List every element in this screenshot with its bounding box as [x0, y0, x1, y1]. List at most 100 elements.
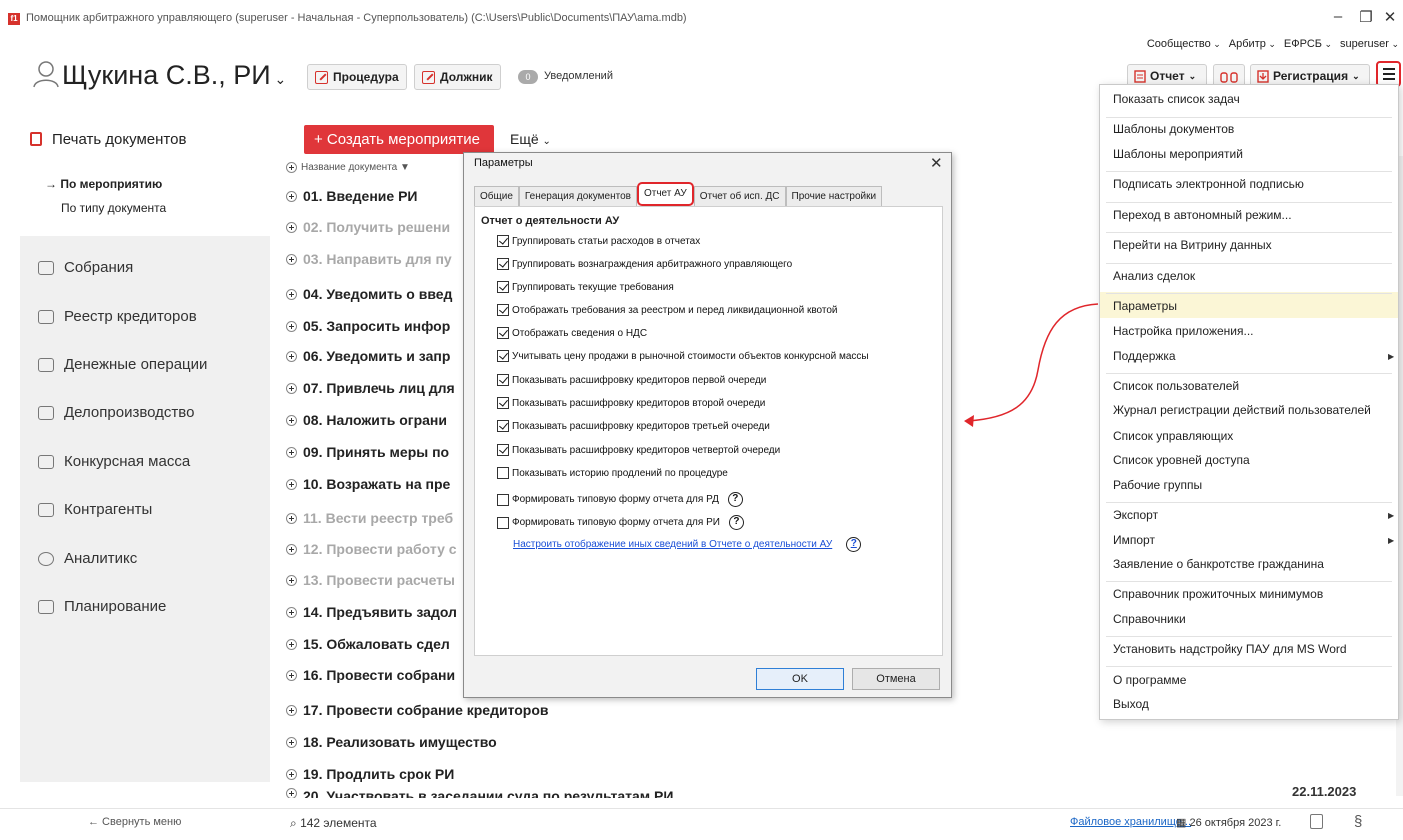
checkbox-unchecked[interactable] — [497, 467, 509, 479]
sidebar-item-counterparties[interactable]: Контрагенты — [38, 501, 152, 518]
menu-item[interactable]: Справочники — [1113, 612, 1186, 626]
checkbox-checked[interactable] — [497, 350, 509, 362]
document-row[interactable]: 19. Продлить срок РИ — [286, 766, 454, 782]
sidebar-item-analytics[interactable]: Аналитикс — [38, 550, 137, 567]
notifications-label[interactable]: Уведомлений — [544, 70, 613, 82]
subnav-by-event[interactable]: → По мероприятию — [45, 177, 162, 191]
dialog-close-button[interactable]: ✕ — [930, 154, 943, 172]
user-menu-link[interactable]: superuser — [1340, 38, 1399, 50]
sidebar-item-estate[interactable]: Конкурсная масса — [38, 453, 190, 470]
option-checkbox-row[interactable]: Группировать текущие требования — [497, 281, 674, 293]
menu-item[interactable]: Шаблоны документов — [1113, 122, 1234, 136]
document-row[interactable]: 16. Провести собрани — [286, 667, 455, 683]
sidebar-item-money[interactable]: Денежные операции — [38, 356, 207, 373]
expand-icon[interactable] — [286, 190, 297, 202]
expand-all-icon[interactable] — [286, 162, 297, 173]
expand-icon[interactable] — [286, 446, 297, 458]
debtor-button[interactable]: Должник — [414, 64, 501, 90]
option-checkbox-row[interactable]: Группировать статьи расходов в отчетах — [497, 235, 700, 247]
menu-item[interactable]: Журнал регистрации действий пользователе… — [1113, 403, 1371, 417]
document-row[interactable]: 08. Наложить ограни — [286, 412, 447, 428]
expand-icon[interactable] — [286, 574, 297, 586]
help-icon[interactable]: ? — [728, 515, 744, 530]
document-row[interactable]: 02. Получить решени — [286, 219, 450, 235]
tab-general[interactable]: Общие — [474, 186, 519, 206]
expand-icon[interactable] — [286, 350, 297, 362]
menu-item[interactable]: Перейти на Витрину данных — [1113, 238, 1272, 252]
document-row[interactable]: 20. Участвовать в заседании суда по резу… — [286, 788, 673, 798]
expand-icon[interactable] — [286, 543, 297, 555]
tab-au-report[interactable]: Отчет АУ — [636, 182, 694, 206]
ok-button[interactable]: OK — [756, 668, 844, 690]
expand-icon[interactable] — [286, 414, 297, 426]
checkbox-checked[interactable] — [497, 327, 509, 339]
document-row[interactable]: 06. Уведомить и запр — [286, 348, 450, 364]
tab-doc-generation[interactable]: Генерация документов — [518, 186, 637, 206]
option-checkbox-row[interactable]: Отображать требования за реестром и пере… — [497, 304, 838, 316]
menu-item[interactable]: Выход — [1113, 697, 1149, 711]
menu-item[interactable]: Подписать электронной подписью — [1113, 177, 1304, 191]
help-icon[interactable]: ? — [727, 492, 743, 507]
option-checkbox-row[interactable]: Показывать расшифровку кредиторов первой… — [497, 374, 766, 386]
file-storage-link[interactable]: Файловое хранилище... — [1070, 816, 1191, 828]
sidebar-item-meetings[interactable]: Собрания — [38, 259, 133, 276]
menu-item[interactable]: Заявление о банкротстве гражданина — [1113, 557, 1324, 571]
menu-item[interactable]: Импорт — [1113, 533, 1155, 547]
expand-icon[interactable] — [286, 669, 297, 681]
checkbox-checked[interactable] — [497, 304, 509, 316]
cancel-button[interactable]: Отмена — [852, 668, 940, 690]
menu-item[interactable]: Список управляющих — [1113, 429, 1233, 443]
expand-icon[interactable] — [286, 288, 297, 300]
close-window-button[interactable]: ✕ — [1375, 8, 1403, 26]
document-row[interactable]: 07. Привлечь лиц для — [286, 380, 455, 396]
expand-icon[interactable] — [286, 638, 297, 650]
menu-item[interactable]: Справочник прожиточных минимумов — [1113, 587, 1323, 601]
expand-icon[interactable] — [286, 606, 297, 618]
document-row[interactable]: 15. Обжаловать сдел — [286, 636, 450, 652]
expand-icon[interactable] — [286, 221, 297, 233]
tab-other-settings[interactable]: Прочие настройки — [785, 186, 883, 206]
option-checkbox-row[interactable]: Группировать вознаграждения арбитражного… — [497, 258, 792, 270]
document-row[interactable]: 04. Уведомить о введ — [286, 286, 452, 302]
expand-icon[interactable] — [286, 704, 297, 716]
document-row[interactable]: 14. Предъявить задол — [286, 604, 457, 620]
create-event-button[interactable]: + Создать мероприятие — [304, 125, 494, 154]
option-checkbox-row[interactable]: Отображать сведения о НДС — [497, 327, 647, 339]
expand-icon[interactable] — [286, 478, 297, 490]
notifications-badge[interactable]: 0 — [518, 70, 538, 84]
expand-icon[interactable] — [286, 320, 297, 332]
option-checkbox-row[interactable]: Показывать расшифровку кредиторов четвер… — [497, 444, 780, 456]
search-icon[interactable]: ⌕ — [290, 816, 297, 830]
checkbox-checked[interactable] — [497, 281, 509, 293]
expand-icon[interactable] — [286, 253, 297, 265]
column-header[interactable]: Название документа ▼ — [286, 162, 410, 173]
sidebar-item-print-documents[interactable]: Печать документов — [20, 122, 270, 156]
section-sign-icon[interactable]: § — [1354, 813, 1362, 830]
menu-item[interactable]: Рабочие группы — [1113, 478, 1202, 492]
checkbox-checked[interactable] — [497, 258, 509, 270]
checkbox-checked[interactable] — [497, 444, 509, 456]
menu-item[interactable]: Параметры — [1113, 299, 1177, 313]
calculator-icon[interactable] — [1310, 814, 1323, 829]
menu-item[interactable]: Поддержка — [1113, 349, 1176, 363]
document-row[interactable]: 18. Реализовать имущество — [286, 734, 497, 750]
option-checkbox-row[interactable]: Учитывать цену продажи в рыночной стоимо… — [497, 350, 869, 362]
document-row[interactable]: 10. Возражать на пре — [286, 476, 450, 492]
menu-item[interactable]: Экспорт — [1113, 508, 1158, 522]
menu-item[interactable]: Настройка приложения... — [1113, 324, 1254, 338]
tab-ds-report[interactable]: Отчет об исп. ДС — [693, 186, 786, 206]
menu-item[interactable]: Список пользователей — [1113, 379, 1239, 393]
option-checkbox-row[interactable]: Формировать типовую форму отчета для РИ? — [497, 515, 744, 530]
configure-report-link[interactable]: Настроить отображение иных сведений в От… — [513, 537, 862, 552]
procedure-button[interactable]: Процедура — [307, 64, 407, 90]
document-row[interactable]: 01. Введение РИ — [286, 188, 417, 204]
document-row[interactable]: 13. Провести расчеты — [286, 572, 455, 588]
document-row[interactable]: 17. Провести собрание кредиторов — [286, 702, 549, 718]
menu-item[interactable]: Анализ сделок — [1113, 269, 1195, 283]
sidebar-item-creditors[interactable]: Реестр кредиторов — [38, 308, 197, 325]
menu-item[interactable]: Показать список задач — [1113, 92, 1240, 106]
option-checkbox-row[interactable]: Показывать расшифровку кредиторов второй… — [497, 397, 765, 409]
expand-icon[interactable] — [286, 736, 297, 748]
checkbox-checked[interactable] — [497, 397, 509, 409]
arbitr-link[interactable]: Арбитр — [1229, 38, 1276, 50]
